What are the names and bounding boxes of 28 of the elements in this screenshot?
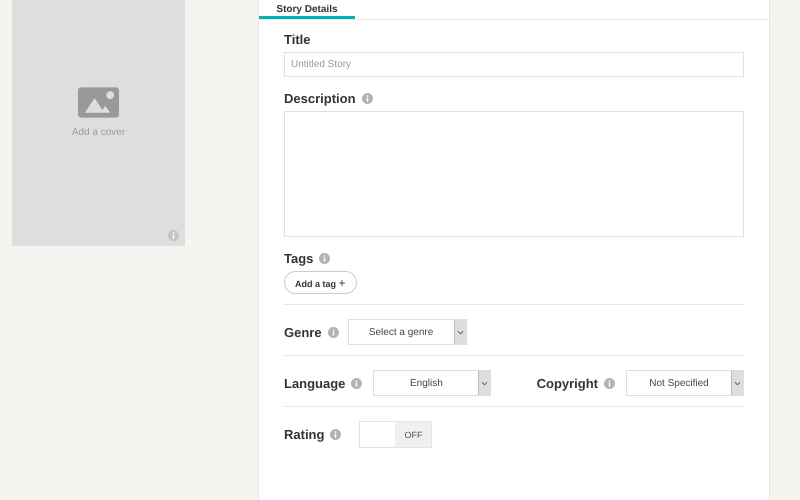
field-label: Title — [284, 32, 310, 47]
description-field[interactable] — [284, 111, 744, 237]
info-icon[interactable] — [351, 378, 362, 388]
info-icon[interactable] — [362, 93, 373, 104]
field-label: Copyright — [536, 376, 598, 390]
field-label: Description — [284, 91, 356, 106]
info-icon[interactable] — [604, 378, 615, 388]
rating-toggle[interactable]: OFF — [359, 421, 432, 448]
field-label: Tags — [284, 251, 314, 266]
dropdown[interactable]: Select a genre — [348, 319, 467, 345]
info-icon[interactable] — [328, 326, 339, 338]
cover-label: Add a cover — [72, 127, 126, 138]
chevron-down-icon — [481, 380, 488, 386]
field-label: Language — [284, 376, 346, 390]
image-icon — [78, 87, 119, 118]
info-icon[interactable] — [168, 230, 179, 241]
field-label: Rating — [284, 427, 324, 442]
dropdown[interactable]: Not Specified — [626, 370, 744, 396]
chevron-down-icon — [734, 380, 741, 386]
title-field[interactable]: Untitled Story — [284, 52, 744, 77]
add-tag-button[interactable]: Add a tag + — [284, 271, 357, 294]
info-icon[interactable] — [330, 429, 342, 440]
dropdown[interactable]: English — [373, 370, 492, 396]
toggle-text: OFF — [395, 422, 432, 447]
tab[interactable]: Story Details — [259, 0, 355, 19]
field-label: Genre — [284, 324, 322, 340]
chevron-down-icon — [456, 330, 464, 334]
info-icon[interactable] — [319, 253, 330, 264]
